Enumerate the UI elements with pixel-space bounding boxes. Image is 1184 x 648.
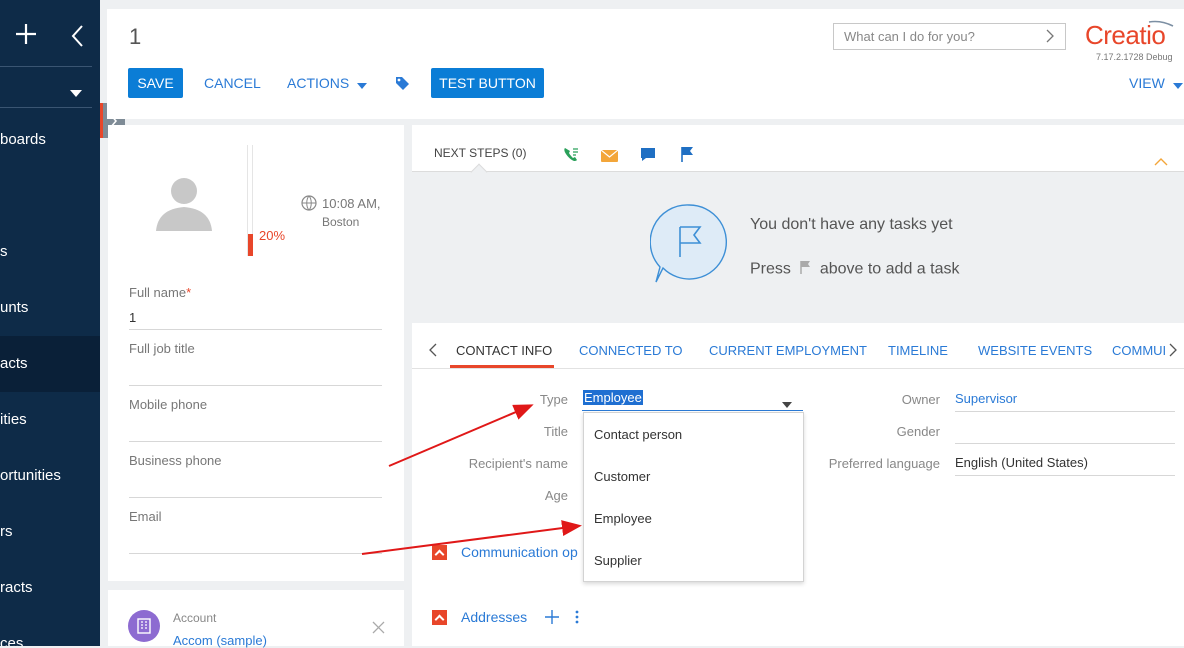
annotation-arrows — [361, 404, 582, 555]
annotation-arrow-to-type — [388, 404, 534, 467]
annotation-arrow-to-employee — [361, 520, 582, 555]
